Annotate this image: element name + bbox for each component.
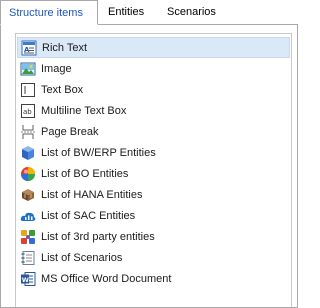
bw-erp-cube-icon [22, 145, 34, 160]
multiline-text-box-icon: ab [21, 103, 35, 118]
list-item-label: List of SAC Entities [41, 209, 136, 222]
tab-structure-items-label: Structure items [9, 7, 83, 19]
list-item-text-box[interactable]: Text Box [17, 79, 290, 100]
tab-entities-label: Entities [108, 6, 145, 18]
list-item-label: List of 3rd party entities [41, 230, 155, 243]
sac-cloud-icon [20, 212, 36, 221]
list-item-multiline-text-box[interactable]: ab Multiline Text Box [17, 100, 290, 121]
list-item-image[interactable]: Image [17, 58, 290, 79]
hana-icon [22, 188, 34, 201]
list-item-label: Rich Text [42, 41, 88, 54]
list-item-sac-entities[interactable]: List of SAC Entities [17, 205, 290, 226]
list-item-ms-office-word-document[interactable]: W MS Office Word Document [17, 268, 290, 289]
rich-text-icon: A [21, 40, 37, 55]
list-item-label: MS Office Word Document [41, 272, 172, 285]
scenarios-icon [21, 250, 35, 265]
page-break-icon [21, 124, 35, 139]
tab-scenarios[interactable]: Scenarios [159, 2, 224, 23]
list-item-label: List of BO Entities [41, 167, 129, 180]
list-item-scenarios[interactable]: List of Scenarios [17, 247, 290, 268]
list-item-label: List of HANA Entities [41, 188, 143, 201]
list-item-label: Image [41, 62, 72, 75]
svg-text:W: W [22, 275, 29, 283]
tab-entities[interactable]: Entities [100, 2, 152, 23]
tab-structure-items[interactable]: Structure items [0, 0, 98, 25]
list-item-hana-entities[interactable]: List of HANA Entities [17, 184, 290, 205]
svg-text:ab: ab [23, 108, 32, 116]
bo-globe-icon [21, 166, 35, 181]
structure-items-panel: A Rich Text Image Text Box ab Multiline … [0, 24, 298, 308]
list-item-label: Multiline Text Box [41, 104, 127, 117]
text-box-icon [21, 82, 35, 97]
list-item-rich-text[interactable]: A Rich Text [17, 37, 290, 58]
list-item-label: List of Scenarios [41, 251, 123, 264]
tab-bar: Structure items Entities Scenarios [0, 0, 298, 25]
list-item-page-break[interactable]: Page Break [17, 121, 290, 142]
list-item-third-party-entities[interactable]: List of 3rd party entities [17, 226, 290, 247]
list-item-label: List of BW/ERP Entities [41, 146, 156, 159]
tab-scenarios-label: Scenarios [167, 6, 216, 18]
word-document-icon: W [21, 271, 36, 286]
list-item-label: Page Break [41, 125, 99, 138]
image-icon [20, 62, 36, 75]
structure-items-list[interactable]: A Rich Text Image Text Box ab Multiline … [15, 33, 292, 307]
third-party-icon [21, 229, 35, 244]
list-item-bo-entities[interactable]: List of BO Entities [17, 163, 290, 184]
list-item-bw-erp-entities[interactable]: List of BW/ERP Entities [17, 142, 290, 163]
list-item-label: Text Box [41, 83, 84, 96]
